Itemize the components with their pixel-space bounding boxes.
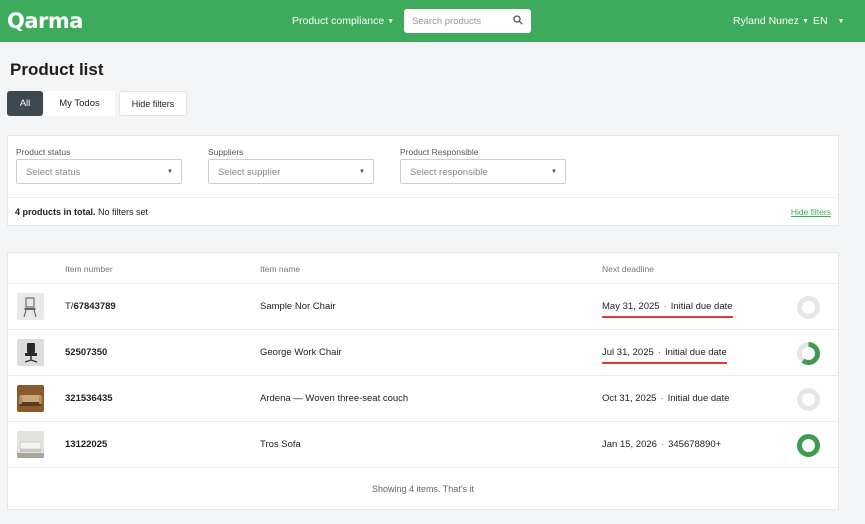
table-row[interactable]: T/67843789 Sample Nor Chair May 31, 2025… xyxy=(8,284,838,330)
product-compliance-label: Product compliance xyxy=(292,15,385,27)
filter-status-text: No filters set xyxy=(95,207,149,217)
filters-panel: Product status Select status ▼ Suppliers… xyxy=(7,135,839,226)
product-thumbnail xyxy=(17,293,44,320)
product-count: 4 products in total. No filters set xyxy=(15,207,148,217)
divider xyxy=(8,197,838,198)
product-count-total: 4 products in total. xyxy=(15,207,96,217)
progress-ring xyxy=(797,296,820,319)
column-header-next-deadline[interactable]: Next deadline xyxy=(602,264,654,274)
deadline-label: Initial due date xyxy=(670,301,733,312)
tab-all[interactable]: All xyxy=(7,91,43,116)
column-header-item-number[interactable]: Item number xyxy=(65,264,113,274)
table-row[interactable]: 52507350 George Work Chair Jul 31, 2025 ·… xyxy=(8,330,838,376)
product-thumbnail xyxy=(17,385,44,412)
chevron-down-icon: ▼ xyxy=(551,169,557,175)
product-status-label: Product status xyxy=(16,147,71,157)
user-menu[interactable]: Ryland Nunez ▼ xyxy=(733,15,809,27)
product-status-select[interactable]: Select status ▼ xyxy=(16,159,182,184)
item-number: 52507350 xyxy=(65,347,107,358)
deadline-date: May 31, 2025 xyxy=(602,301,660,312)
chevron-down-icon: ▼ xyxy=(801,18,809,25)
product-table: Item number Item name Next deadline T/67… xyxy=(7,252,839,510)
search-input[interactable] xyxy=(404,9,531,33)
item-number-value: 321536435 xyxy=(65,393,113,404)
chevron-down-icon: ▼ xyxy=(837,18,845,25)
product-status-placeholder: Select status xyxy=(26,167,81,178)
top-navigation-bar: Qarma Product compliance▼ Ryland Nunez▼ … xyxy=(0,0,865,42)
item-name: Ardena — Woven three-seat couch xyxy=(260,393,409,404)
table-row[interactable]: 321536435 Ardena — Woven three-seat couc… xyxy=(8,376,838,422)
progress-ring xyxy=(797,434,820,457)
item-number: T/67843789 xyxy=(65,301,116,312)
deadline-date: Jan 15, 2026 xyxy=(602,439,657,450)
item-name: George Work Chair xyxy=(260,347,342,358)
next-deadline: Jul 31, 2025 · Initial due date xyxy=(602,347,727,364)
responsible-select[interactable]: Select responsible ▼ xyxy=(400,159,566,184)
supplier-placeholder: Select supplier xyxy=(218,167,281,178)
product-thumbnail xyxy=(17,431,44,458)
item-number-value: 52507350 xyxy=(65,347,108,358)
language-menu[interactable]: EN ▼ xyxy=(813,15,845,27)
deadline-label: 345678890+ xyxy=(668,439,722,450)
progress-ring-track xyxy=(797,296,820,319)
item-number-value: 13122025 xyxy=(65,439,108,450)
progress-ring-fill xyxy=(797,434,820,457)
next-deadline: Jan 15, 2026 · 345678890+ xyxy=(602,439,722,450)
progress-ring xyxy=(797,342,820,365)
table-footer: Showing 4 items. That's it xyxy=(371,484,475,494)
product-responsible-label: Product Responsible xyxy=(400,147,479,157)
progress-ring xyxy=(797,388,820,411)
product-thumbnail xyxy=(17,339,44,366)
table-row[interactable]: 13122025 Tros Sofa Jan 15, 2026 · 34567889… xyxy=(8,422,838,468)
next-deadline: May 31, 2025 · Initial due date xyxy=(602,301,733,318)
next-deadline: Oct 31, 2025 · Initial due date xyxy=(602,393,730,404)
language-label: EN xyxy=(813,15,828,27)
tab-my-todos[interactable]: My Todos xyxy=(44,91,115,116)
item-number: 13122025 xyxy=(65,439,107,450)
item-number: 321536435 xyxy=(65,393,113,404)
deadline-label: Initial due date xyxy=(667,393,730,404)
deadline-date: Jul 31, 2025 xyxy=(602,347,654,358)
user-name: Ryland Nunez xyxy=(733,15,799,27)
hide-filters-button[interactable]: Hide filters xyxy=(119,91,187,116)
suppliers-label: Suppliers xyxy=(208,147,244,157)
logo[interactable]: Qarma xyxy=(7,9,83,33)
responsible-placeholder: Select responsible xyxy=(410,167,488,178)
search-icon[interactable] xyxy=(513,15,523,25)
chevron-down-icon: ▼ xyxy=(167,169,173,175)
progress-ring-track xyxy=(797,388,820,411)
item-name: Tros Sofa xyxy=(260,439,301,450)
supplier-select[interactable]: Select supplier ▼ xyxy=(208,159,374,184)
item-name: Sample Nor Chair xyxy=(260,301,336,312)
product-compliance-menu[interactable]: Product compliance ▼ xyxy=(292,15,394,27)
hide-filters-link[interactable]: Hide filters xyxy=(791,207,831,217)
search-box xyxy=(404,9,531,33)
item-number-value: 67843789 xyxy=(73,301,116,312)
column-header-item-name[interactable]: Item name xyxy=(260,264,300,274)
chevron-down-icon: ▼ xyxy=(387,18,395,25)
page-title: Product list xyxy=(10,60,104,79)
deadline-label: Initial due date xyxy=(664,347,727,358)
chevron-down-icon: ▼ xyxy=(359,169,365,175)
deadline-date: Oct 31, 2025 xyxy=(602,393,657,404)
